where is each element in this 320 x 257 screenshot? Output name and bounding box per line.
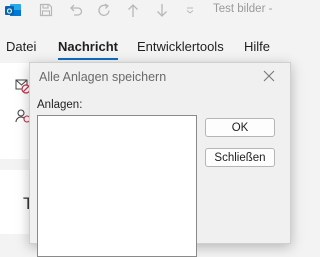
- dialog-title: Alle Anlagen speichern: [39, 70, 167, 84]
- svg-text:O: O: [7, 8, 13, 15]
- tab-nachricht[interactable]: Nachricht: [58, 39, 118, 54]
- arrow-up-icon[interactable]: [124, 0, 142, 20]
- ok-button[interactable]: OK: [205, 118, 275, 137]
- title-bar: O Test bilder -: [0, 0, 284, 22]
- close-icon[interactable]: [262, 69, 276, 83]
- tab-hilfe[interactable]: Hilfe: [244, 39, 270, 54]
- customize-dropdown-icon[interactable]: [183, 0, 197, 20]
- save-icon[interactable]: [37, 0, 55, 20]
- window-title: Test bilder -: [213, 3, 273, 15]
- attachments-label: Anlagen:: [37, 99, 83, 111]
- tab-datei[interactable]: Datei: [6, 39, 36, 54]
- redo-icon[interactable]: [95, 0, 113, 20]
- active-tab-indicator: [58, 58, 118, 60]
- tab-entwicklertools[interactable]: Entwicklertools: [137, 39, 224, 54]
- arrow-down-icon[interactable]: [153, 0, 171, 20]
- attachments-listbox[interactable]: [37, 115, 197, 257]
- outlook-app-icon: O: [5, 4, 21, 16]
- undo-icon[interactable]: [66, 0, 84, 20]
- close-button[interactable]: Schließen: [205, 148, 275, 167]
- save-attachments-dialog: Alle Anlagen speichern Anlagen: OK Schli…: [29, 62, 291, 257]
